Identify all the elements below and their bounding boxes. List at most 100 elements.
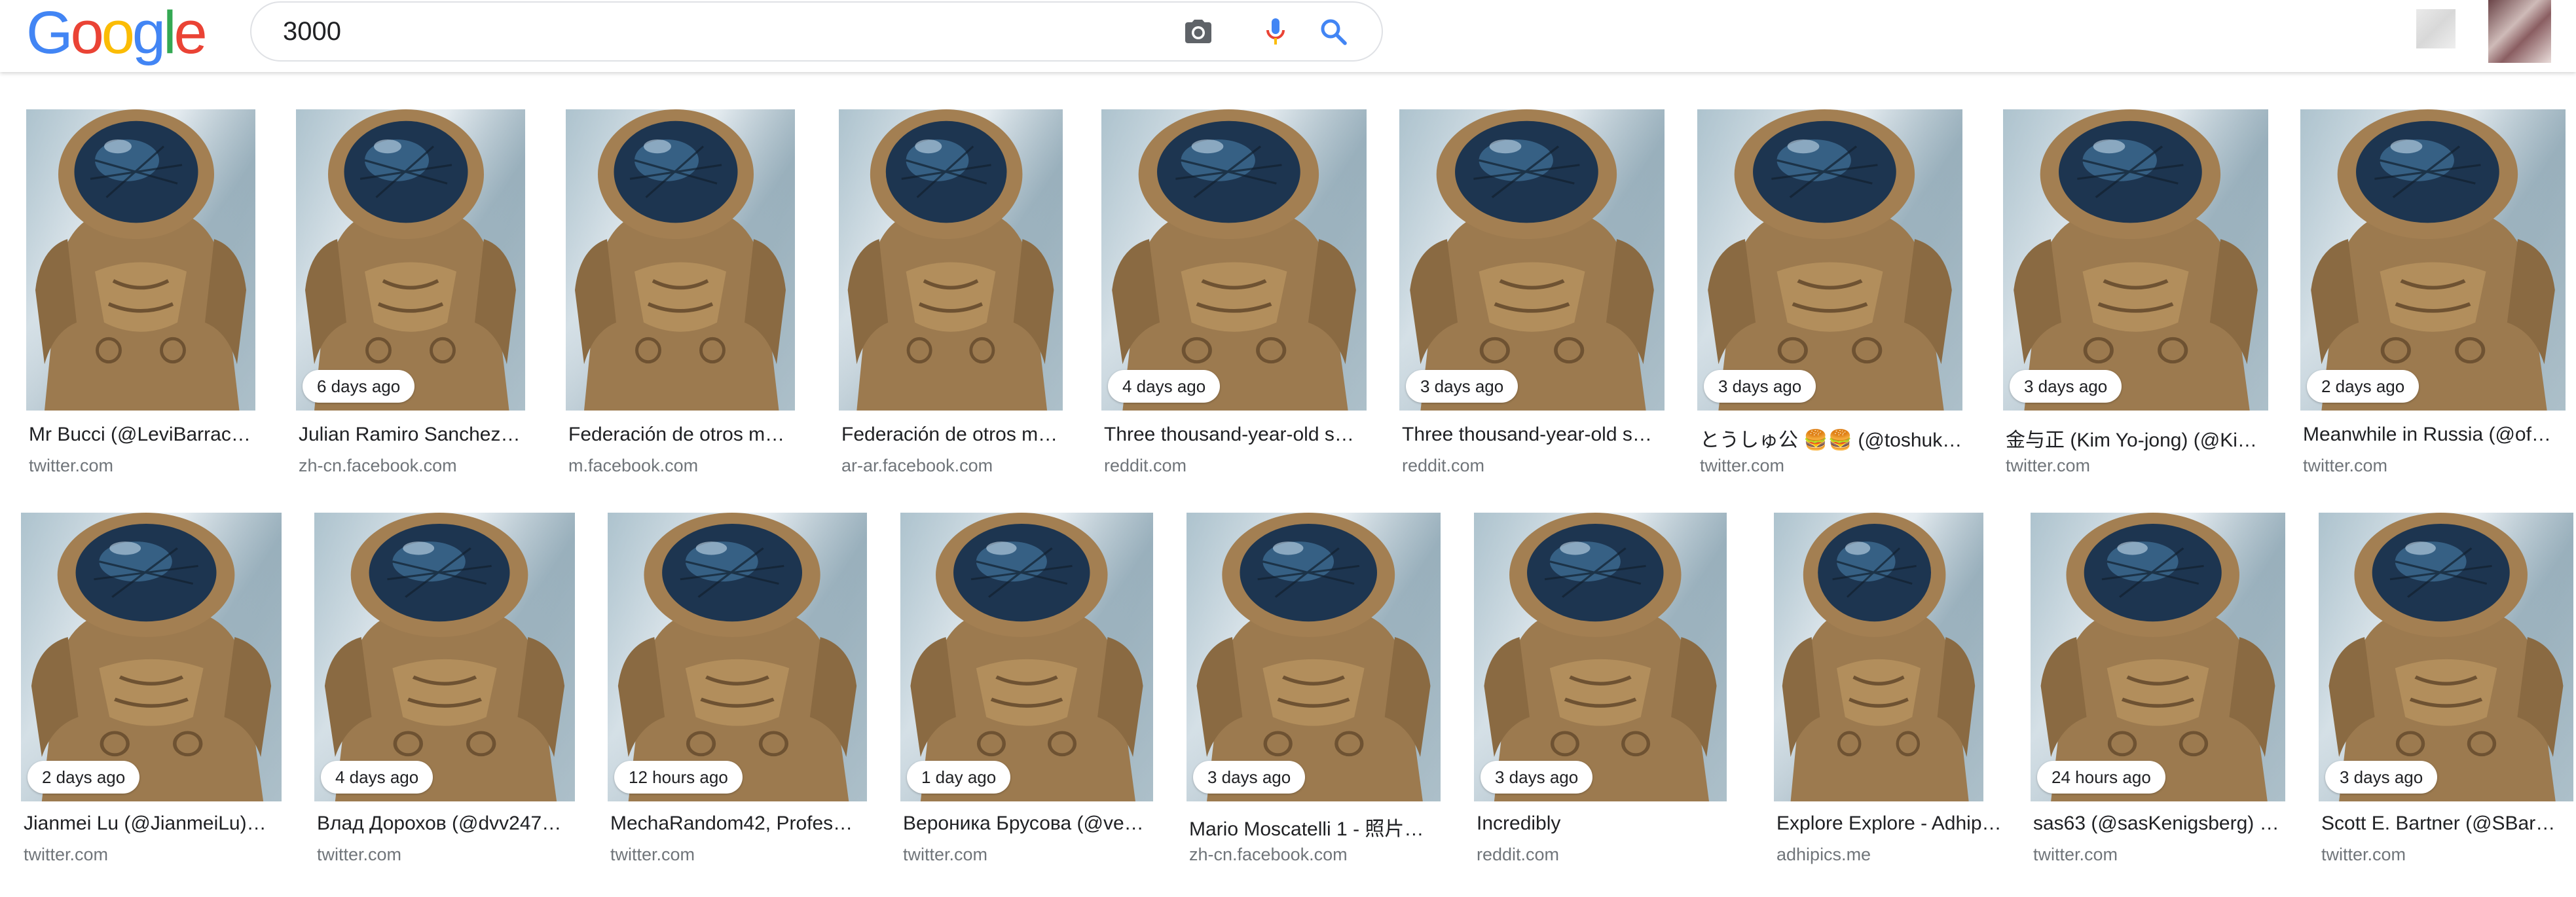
result-title[interactable]: Mr Bucci (@LeviBarrac… <box>29 424 284 446</box>
account-avatar[interactable] <box>2488 0 2551 63</box>
result-title[interactable]: Jianmei Lu (@JianmeiLu)… <box>24 813 310 835</box>
result-source[interactable]: reddit.com <box>1402 456 1693 476</box>
result-source[interactable]: twitter.com <box>2006 456 2297 476</box>
result-source[interactable]: twitter.com <box>2303 456 2576 476</box>
result-source[interactable]: twitter.com <box>610 845 896 865</box>
result-thumbnail[interactable]: 6 days ago <box>296 109 525 411</box>
astronaut-figure-image <box>847 109 1054 411</box>
image-result-card[interactable]: 2 days ago Jianmei Lu (@JianmeiLu)… twitte… <box>21 513 282 871</box>
result-thumbnail[interactable] <box>566 109 795 411</box>
recency-badge: 6 days ago <box>303 370 415 403</box>
search-input[interactable]: 3000 <box>283 3 341 60</box>
search-icon[interactable] <box>1317 16 1349 47</box>
microphone-icon[interactable] <box>1260 16 1291 47</box>
result-title[interactable]: sas63 (@sasKenigsberg) … <box>2033 813 2314 835</box>
astronaut-figure-image <box>575 109 786 411</box>
apps-grid-icon[interactable] <box>2416 9 2456 48</box>
image-result-card[interactable]: Explore Explore - Adhip… adhipics.me <box>1774 513 2002 871</box>
result-thumbnail[interactable]: 12 hours ago <box>608 513 867 801</box>
result-source[interactable]: twitter.com <box>24 845 310 865</box>
result-thumbnail[interactable]: 3 days ago <box>1187 513 1441 801</box>
result-source[interactable]: twitter.com <box>29 456 284 476</box>
astronaut-figure-image <box>2328 513 2564 801</box>
result-source[interactable]: twitter.com <box>2321 845 2576 865</box>
result-source[interactable]: ar-ar.facebook.com <box>841 456 1092 476</box>
result-title[interactable]: Federación de otros m… <box>568 424 824 446</box>
image-result-card[interactable]: 12 hours ago MechaRandom42, Profes… twitte… <box>608 513 867 871</box>
result-thumbnail[interactable]: 3 days ago <box>1474 513 1727 801</box>
image-result-card[interactable]: Federación de otros m… ar-ar.facebook.com <box>839 109 1063 482</box>
astronaut-figure-image <box>1410 109 1654 411</box>
result-title[interactable]: Scott E. Bartner (@SBar… <box>2321 813 2576 835</box>
result-title[interactable]: Meanwhile in Russia (@of… <box>2303 424 2576 446</box>
result-source[interactable]: twitter.com <box>2033 845 2314 865</box>
image-results-grid: Mr Bucci (@LeviBarrac… twitter.com 6 days … <box>0 72 2576 897</box>
result-title[interactable]: Julian Ramiro Sanchez… <box>299 424 554 446</box>
image-result-card[interactable]: 4 days ago Влад Дорохов (@dvv247… twitter.… <box>314 513 575 871</box>
result-thumbnail[interactable] <box>839 109 1063 411</box>
image-result-card[interactable]: Mr Bucci (@LeviBarrac… twitter.com <box>26 109 255 482</box>
astronaut-figure-image <box>35 109 246 411</box>
result-thumbnail[interactable]: 24 hours ago <box>2031 513 2285 801</box>
result-title[interactable]: とうしゅ公 🍔🍔 (@toshuk… <box>1700 424 1991 452</box>
result-source[interactable]: zh-cn.facebook.com <box>299 456 554 476</box>
result-source[interactable]: twitter.com <box>1700 456 1991 476</box>
result-thumbnail[interactable] <box>26 109 255 411</box>
logo-letter: e <box>174 0 208 66</box>
result-title[interactable]: Three thousand-year-old s… <box>1402 424 1693 446</box>
logo-letter: G <box>26 0 73 66</box>
result-source[interactable]: twitter.com <box>317 845 604 865</box>
result-thumbnail[interactable]: 2 days ago <box>21 513 282 801</box>
google-logo[interactable]: Google <box>26 0 208 66</box>
result-title[interactable]: Влад Дорохов (@dvv247… <box>317 813 604 835</box>
search-box[interactable]: 3000 <box>250 1 1383 62</box>
image-result-card[interactable]: 24 hours ago sas63 (@sasKenigsberg) … twit… <box>2031 513 2285 871</box>
astronaut-figure-image <box>2311 109 2555 411</box>
image-result-card[interactable]: 3 days ago とうしゅ公 🍔🍔 (@toshuk… twitter.com <box>1697 109 1962 482</box>
result-title[interactable]: Вероника Брусова (@ve… <box>903 813 1182 835</box>
result-title[interactable]: MechaRandom42, Profes… <box>610 813 896 835</box>
recency-badge: 4 days ago <box>1108 370 1221 403</box>
image-result-card[interactable]: 2 days ago Meanwhile in Russia (@of… twitt… <box>2300 109 2566 482</box>
result-title[interactable]: Incredibly <box>1477 813 1756 835</box>
result-thumbnail[interactable]: 3 days ago <box>1697 109 1962 411</box>
image-result-card[interactable]: 1 day ago Вероника Брусова (@ve… twitter.c… <box>900 513 1153 871</box>
result-thumbnail[interactable]: 2 days ago <box>2300 109 2566 411</box>
logo-letter: l <box>163 0 177 66</box>
image-result-card[interactable]: 6 days ago Julian Ramiro Sanchez… zh-cn.fa… <box>296 109 525 482</box>
result-thumbnail[interactable]: 3 days ago <box>2319 513 2573 801</box>
result-thumbnail[interactable]: 3 days ago <box>2003 109 2268 411</box>
image-result-card[interactable]: 3 days ago Three thousand-year-old s… redd… <box>1399 109 1665 482</box>
recency-badge: 4 days ago <box>321 761 433 794</box>
result-source[interactable]: adhipics.me <box>1776 845 2012 865</box>
result-title[interactable]: 金与正 (Kim Yo-jong) (@Ki… <box>2006 424 2297 452</box>
result-title[interactable]: Explore Explore - Adhip… <box>1776 813 2012 835</box>
astronaut-figure-image <box>305 109 516 411</box>
result-source[interactable]: m.facebook.com <box>568 456 824 476</box>
result-source[interactable]: reddit.com <box>1477 845 1756 865</box>
image-result-card[interactable]: 4 days ago Three thousand-year-old s… redd… <box>1101 109 1367 482</box>
recency-badge: 3 days ago <box>1193 761 1306 794</box>
result-title[interactable]: Federación de otros m… <box>841 424 1092 446</box>
result-source[interactable]: twitter.com <box>903 845 1182 865</box>
result-source[interactable]: zh-cn.facebook.com <box>1189 845 1469 865</box>
result-thumbnail[interactable]: 1 day ago <box>900 513 1153 801</box>
logo-letter: g <box>132 0 166 66</box>
result-source[interactable]: reddit.com <box>1104 456 1395 476</box>
result-title[interactable]: Three thousand-year-old s… <box>1104 424 1395 446</box>
result-thumbnail[interactable] <box>1774 513 1983 801</box>
astronaut-figure-image <box>2040 513 2275 801</box>
result-thumbnail[interactable]: 4 days ago <box>314 513 575 801</box>
recency-badge: 3 days ago <box>2325 761 2438 794</box>
result-thumbnail[interactable]: 4 days ago <box>1101 109 1367 411</box>
result-title[interactable]: Mario Moscatelli 1 - 照片… <box>1189 813 1469 841</box>
image-result-card[interactable]: 3 days ago Mario Moscatelli 1 - 照片… zh-cn.… <box>1187 513 1441 871</box>
image-result-card[interactable]: 3 days ago 金与正 (Kim Yo-jong) (@Ki… twitter… <box>2003 109 2268 482</box>
astronaut-figure-image <box>324 513 565 801</box>
image-result-card[interactable]: 3 days ago Scott E. Bartner (@SBar… twitte… <box>2319 513 2573 871</box>
camera-icon[interactable] <box>1183 16 1214 47</box>
recency-badge: 3 days ago <box>1481 761 1593 794</box>
image-result-card[interactable]: Federación de otros m… m.facebook.com <box>566 109 795 482</box>
image-result-card[interactable]: 3 days ago Incredibly reddit.com <box>1474 513 1727 871</box>
result-thumbnail[interactable]: 3 days ago <box>1399 109 1665 411</box>
